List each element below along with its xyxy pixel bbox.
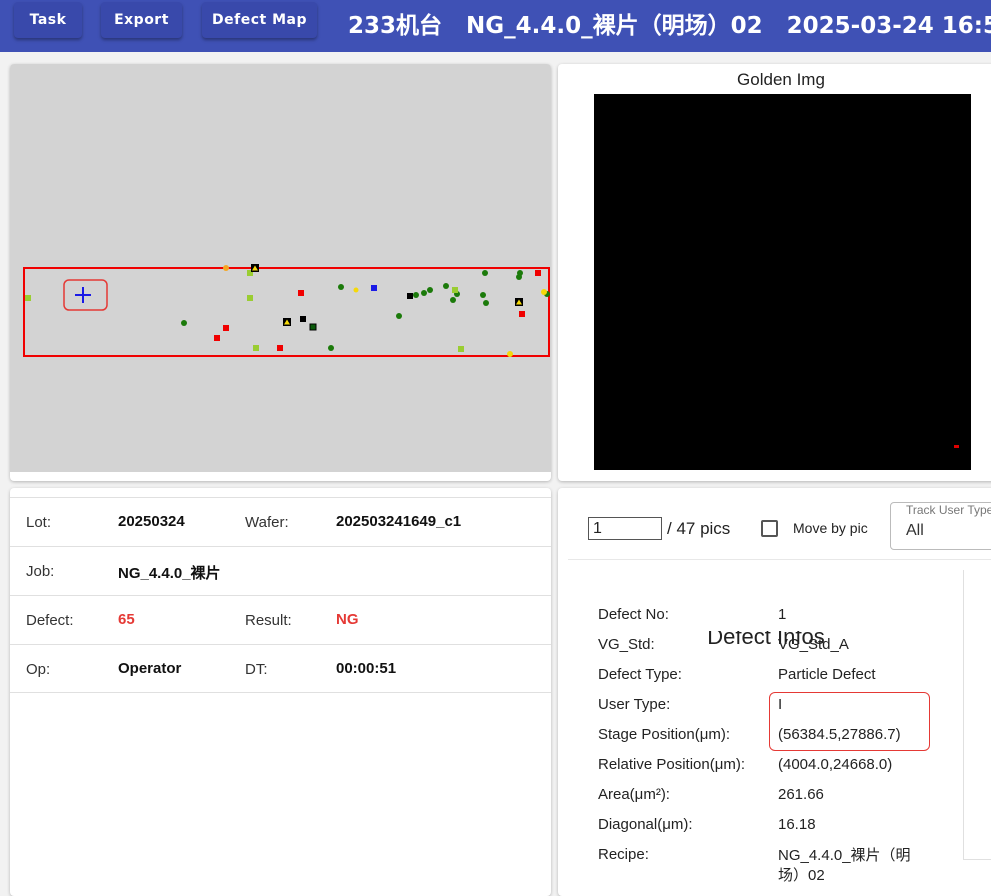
wafer-map-panel: [10, 64, 551, 481]
defect-marker: [507, 351, 513, 357]
wafer-value: 202503241649_c1: [336, 513, 462, 530]
defect-info-scroll[interactable]: Defect Infos Defect No: 1 VG_Std: VG_Std…: [558, 559, 968, 896]
defect-marker: [541, 289, 547, 295]
recipe-label: Recipe:: [598, 846, 649, 863]
task-button[interactable]: Task: [14, 2, 82, 38]
defect-spot-marker: [954, 445, 959, 448]
defect-map-canvas[interactable]: [10, 64, 551, 472]
defect-marker: [421, 290, 427, 296]
defect-marker: [181, 320, 187, 326]
lot-value: 20250324: [118, 513, 185, 530]
area-value: 261.66: [778, 786, 824, 803]
defect-marker: [483, 300, 489, 306]
defect-marker: [25, 295, 31, 301]
relative-position-label: Relative Position(μm):: [598, 756, 746, 773]
job-value: NG_4.4.0_裸片: [118, 565, 221, 582]
pic-number-input[interactable]: 1: [588, 517, 662, 540]
defect-marker: [247, 295, 253, 301]
defect-marker: [396, 313, 402, 319]
info-row-operator: Op: Operator DT: 00:00:51: [10, 644, 551, 693]
info-row-defect: Defect: 65 Result: NG: [10, 595, 551, 644]
move-by-pic-checkbox[interactable]: [761, 520, 778, 537]
result-label: Result:: [245, 612, 292, 629]
operator-label: Op:: [26, 661, 51, 678]
export-button[interactable]: Export: [101, 2, 182, 38]
user-type-label: User Type:: [598, 696, 671, 713]
defect-marker: [253, 345, 259, 351]
wafer-info-panel: Lot: 20250324 Wafer: 202503241649_c1 Job…: [10, 488, 551, 896]
defect-marker: [338, 284, 344, 290]
lot-label: Lot:: [26, 514, 52, 531]
golden-image-panel: Golden Img: [558, 64, 991, 481]
vg-std-value: VG_Std_A: [778, 636, 849, 653]
defect-marker: [480, 292, 486, 298]
defect-marker: [427, 287, 433, 293]
defect-marker: [450, 297, 456, 303]
diagonal-value: 16.18: [778, 816, 816, 833]
defect-markers-red[interactable]: [214, 270, 541, 351]
recipe-value: NG_4.4.0_裸片（明场）02: [778, 847, 911, 884]
die-boundary: [23, 267, 550, 357]
defect-marker: [277, 345, 283, 351]
defect-marker: [298, 290, 304, 296]
golden-image: [594, 94, 971, 470]
defect-marker: [517, 270, 523, 276]
defect-markers-yellow[interactable]: [223, 265, 547, 357]
wafer-label: Wafer:: [245, 514, 289, 531]
defect-marker: [458, 346, 464, 352]
selected-defect-crosshair-icon[interactable]: [75, 287, 91, 303]
diagonal-label: Diagonal(μm):: [598, 816, 693, 833]
defect-marker: [519, 311, 525, 317]
info-row-job: Job: NG_4.4.0_裸片: [10, 546, 551, 595]
defect-map-button[interactable]: Defect Map: [202, 2, 317, 38]
info-row-lot: Lot: 20250324 Wafer: 202503241649_c1: [10, 497, 551, 546]
dt-label: DT:: [245, 661, 268, 678]
defect-marker: [452, 287, 458, 293]
defect-marker: [535, 270, 541, 276]
defect-markers-green[interactable]: [181, 270, 550, 351]
page-title: 233机台 NG_4.4.0_裸片（明场）02 2025-03-24 16:50…: [348, 13, 991, 39]
defect-marker: [482, 270, 488, 276]
defect-no-label: Defect No:: [598, 606, 669, 623]
defect-info-panel: 1 / 47 pics Move by pic Track User Type …: [558, 488, 991, 896]
stage-position-label: Stage Position(μm):: [598, 726, 731, 743]
defect-type-label: Defect Type:: [598, 666, 682, 683]
defect-marker: [223, 325, 229, 331]
defect-no-value: 1: [778, 606, 787, 623]
defect-count-value: 65: [118, 611, 135, 628]
operator-value: Operator: [118, 660, 182, 677]
defect-count-label: Defect:: [26, 612, 74, 629]
defect-marker: [443, 283, 449, 289]
defect-marker: [413, 292, 419, 298]
relative-position-value: (4004.0,24668.0): [778, 756, 893, 773]
top-app-bar: Task Export Defect Map 233机台 NG_4.4.0_裸片…: [0, 0, 991, 52]
defect-markers-olive[interactable]: [25, 270, 464, 352]
defect-marker: [309, 323, 317, 331]
defect-marker: [353, 287, 359, 293]
annotation-highlight-box: [769, 692, 930, 751]
track-user-type-value: All: [906, 522, 924, 539]
area-label: Area(μm²):: [598, 786, 670, 803]
defect-marker: [300, 316, 306, 322]
defect-marker: [214, 335, 220, 341]
result-value: NG: [336, 611, 359, 628]
track-user-type-label: Track User Type: [906, 503, 991, 517]
golden-image-title: Golden Img: [737, 70, 825, 89]
defect-marker: [407, 293, 413, 299]
vg-std-label: VG_Std:: [598, 636, 655, 653]
wafer-map[interactable]: [10, 64, 551, 472]
job-label: Job:: [26, 563, 55, 580]
defect-type-value: Particle Defect: [778, 666, 876, 683]
dt-value: 00:00:51: [336, 660, 397, 677]
move-by-pic-label: Move by pic: [793, 520, 868, 536]
defect-marker: [328, 345, 334, 351]
defect-marker: [223, 265, 229, 271]
pic-total-count: / 47 pics: [667, 519, 731, 538]
defect-marker: [371, 285, 377, 291]
